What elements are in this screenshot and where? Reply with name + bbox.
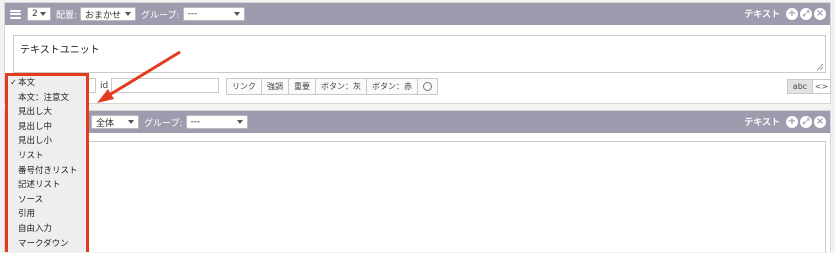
check-icon: ✓: [10, 78, 17, 87]
arrow-annotation: [97, 50, 181, 103]
dropdown-item[interactable]: 引用: [8, 207, 86, 222]
dropdown-item[interactable]: マークダウン: [8, 237, 86, 252]
text-style-dropdown[interactable]: ✓ 本文 本文：注意文 見出し大 見出し中 見出し小 リスト 番号付きリスト 記述…: [5, 73, 89, 252]
dropdown-item[interactable]: 見出し大: [8, 105, 86, 120]
dropdown-item[interactable]: ソース: [8, 193, 86, 208]
dropdown-item[interactable]: 見出し小: [8, 134, 86, 149]
dropdown-item[interactable]: 本文：注意文: [8, 91, 86, 106]
dropdown-item[interactable]: 見出し中: [8, 120, 86, 135]
dropdown-item[interactable]: リスト: [8, 149, 86, 164]
dropdown-item[interactable]: 番号付きリスト: [8, 164, 86, 179]
dropdown-item[interactable]: 自由入力: [8, 222, 86, 237]
dropdown-item[interactable]: 記述リスト: [8, 178, 86, 193]
dropdown-item[interactable]: ✓ 本文: [8, 76, 86, 91]
